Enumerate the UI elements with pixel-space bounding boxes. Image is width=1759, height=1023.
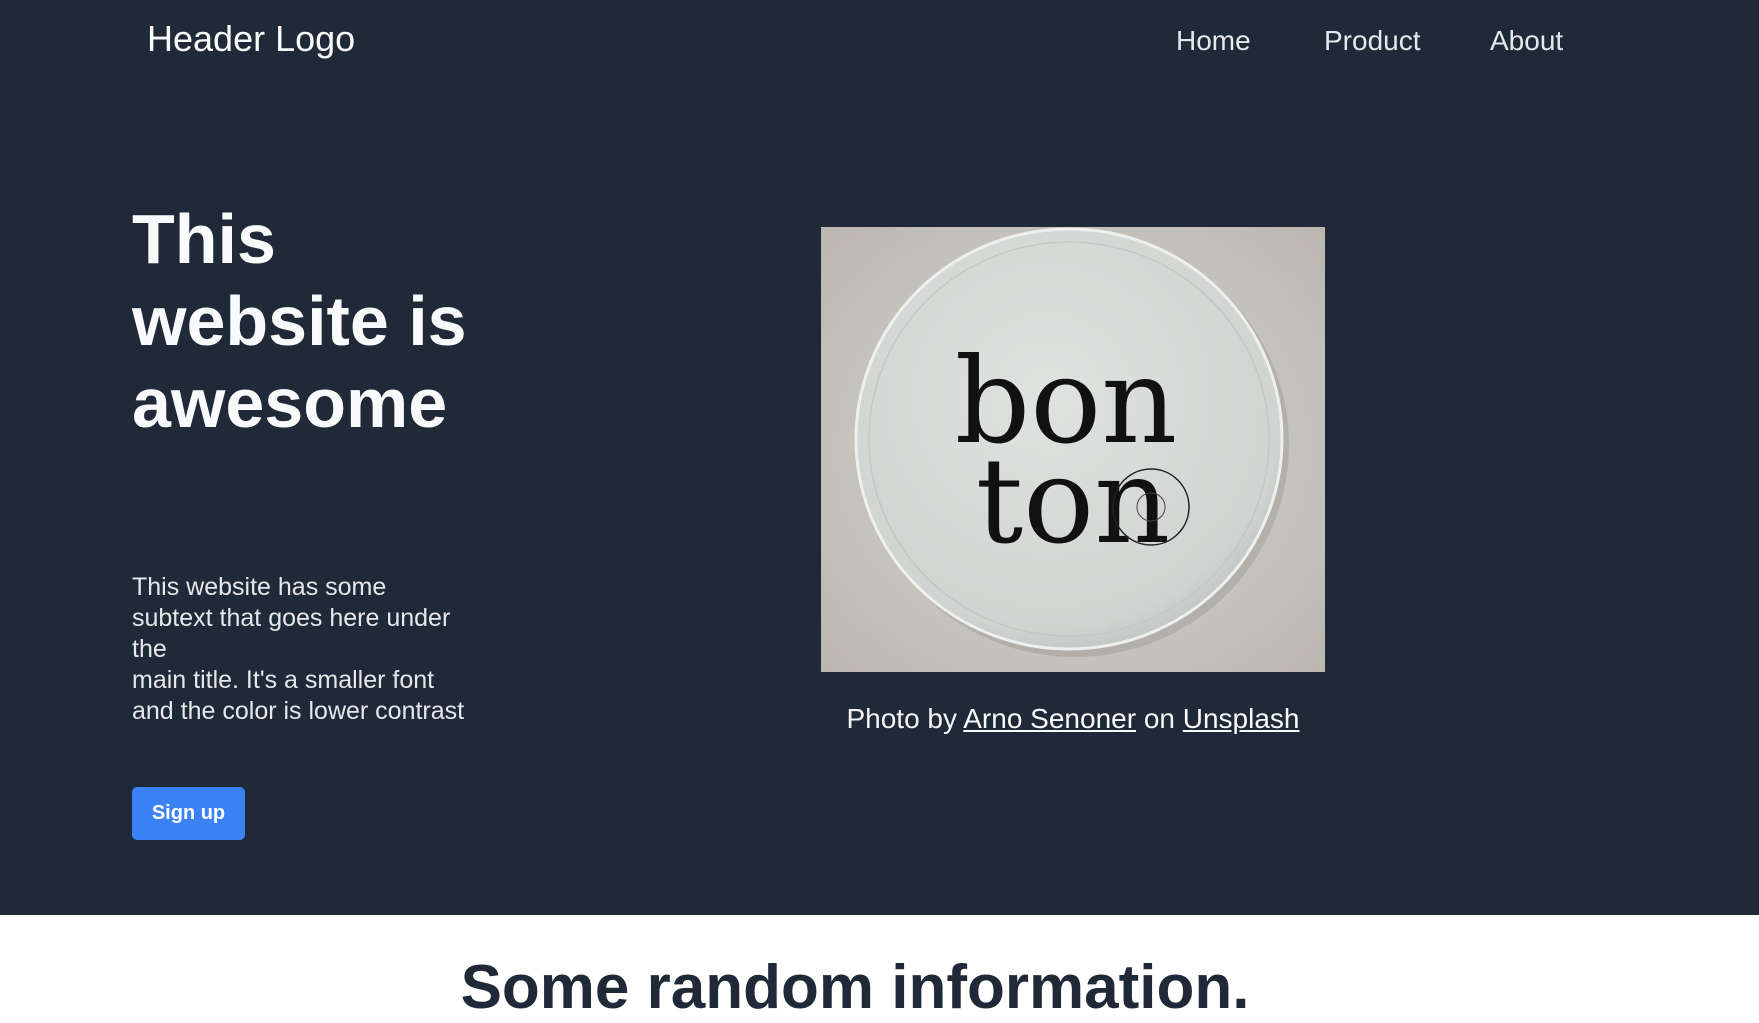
header-logo[interactable]: Header Logo (147, 18, 355, 60)
credit-prefix: Photo by (846, 703, 958, 734)
credit-author-link[interactable]: Arno Senoner (963, 703, 1136, 734)
photo-credit: Photo by Arno Senoner on Unsplash (821, 701, 1325, 737)
info-section: Some random information. (0, 915, 1759, 1022)
info-heading: Some random information. (460, 953, 1250, 1022)
hero-photo: bon ton (821, 227, 1325, 672)
hero-section: Header Logo Home Product About This webs… (0, 0, 1759, 915)
hero-subtext: This website has some subtext that goes … (132, 573, 465, 725)
plate-word-bottom: ton (976, 432, 1170, 570)
nav-about-link[interactable]: About (1490, 22, 1563, 60)
signup-button[interactable]: Sign up (132, 787, 245, 840)
credit-source-link[interactable]: Unsplash (1183, 703, 1300, 734)
nav-home-link[interactable]: Home (1176, 22, 1251, 60)
nav-product-link[interactable]: Product (1324, 22, 1421, 60)
hero-title: This website is awesome (132, 200, 467, 442)
credit-middle: on (1143, 703, 1175, 734)
bon-ton-plate-image: bon ton (821, 227, 1325, 672)
